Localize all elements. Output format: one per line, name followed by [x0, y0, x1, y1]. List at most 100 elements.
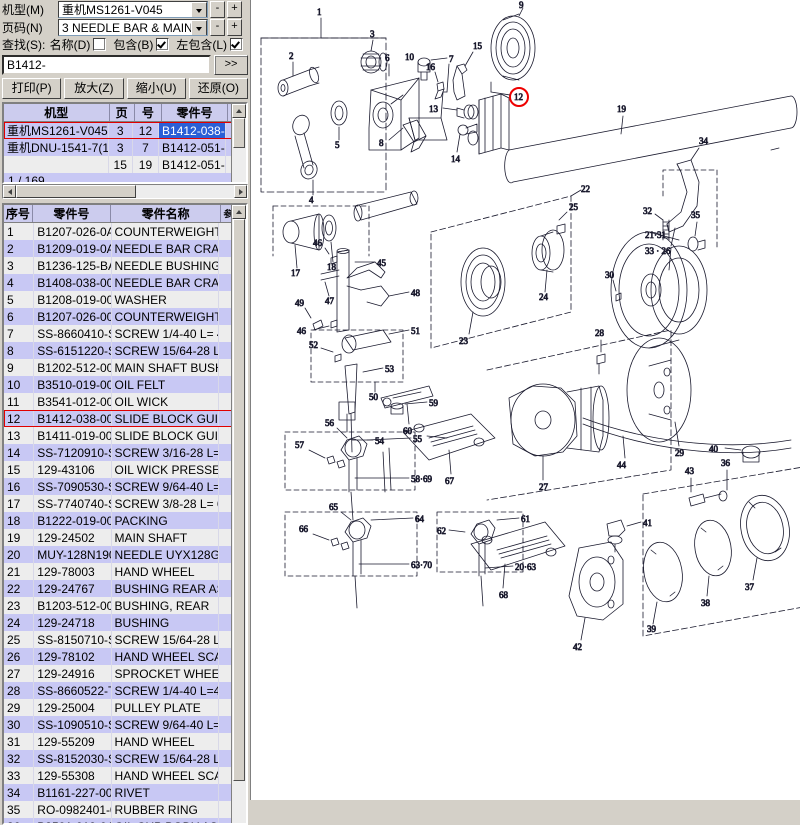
parts-exploded-diagram[interactable]: 1 2 3 4 5 6 7 8 9 10 15 16 13 14 12 19 4… [251, 0, 800, 800]
machine-combobox[interactable]: 重机MS1261-V045 [58, 1, 208, 18]
scroll-right-icon[interactable] [234, 185, 247, 198]
machine-grid-header-model[interactable]: 机型 [4, 104, 110, 121]
table-row[interactable]: 36B3501-019-0A0OIL CUP BODY ASM. [4, 818, 236, 823]
scroll-thumb[interactable] [16, 185, 136, 198]
machine-page: 3 [109, 139, 133, 156]
chevron-down-icon[interactable] [191, 2, 207, 17]
part-index: 4 [4, 274, 35, 291]
parts-grid-vscrollbar[interactable] [231, 205, 246, 823]
parts-grid-header-name[interactable]: 零件名称 [111, 205, 222, 222]
svg-text:38: 38 [701, 598, 711, 608]
svg-text:62: 62 [437, 526, 446, 536]
table-row[interactable]: 14SS-7120910-SPSCREW 3/16-28 L=9 [4, 444, 236, 461]
table-row[interactable]: 35 RO-0982401-0 RUBBER RING [4, 801, 236, 818]
table-row[interactable]: 28SS-8660522-TPSCREW 1/4-40 L=4.5 [4, 682, 236, 699]
machine-prev-button[interactable]: - [210, 1, 225, 18]
zoom-in-button[interactable]: 放大(Z) [64, 78, 124, 99]
highlighted-callout: 12 [514, 92, 523, 102]
machine-grid-hscrollbar[interactable] [2, 184, 248, 199]
svg-text:6: 6 [385, 53, 390, 63]
page-next-button[interactable]: + [227, 19, 242, 36]
chevron-down-icon[interactable] [191, 20, 207, 35]
scroll-track[interactable] [136, 185, 234, 198]
machine-next-button[interactable]: + [227, 1, 242, 18]
table-row[interactable]: 2B1209-019-0A0NEEDLE BAR CRANK P [4, 240, 236, 257]
option-leftcontain-checkbox[interactable] [230, 38, 243, 51]
part-name: BUSHING [112, 614, 219, 631]
scroll-up-icon[interactable] [232, 205, 246, 219]
option-contain-checkbox[interactable] [156, 38, 170, 51]
machine-grid-header-page[interactable]: 页 [110, 104, 135, 121]
table-row[interactable]: 26129-78102HAND WHEEL SCALE P [4, 648, 236, 665]
table-row[interactable]: 8SS-6151220-SPSCREW 15/64-28 L=11.5 [4, 342, 236, 359]
machine-grid-vscrollbar[interactable] [231, 104, 246, 182]
part-index: 17 [4, 495, 35, 512]
option-contain[interactable]: 包含(B) [113, 36, 172, 53]
scroll-left-icon[interactable] [3, 185, 16, 198]
table-row[interactable]: 34 B1161-227-000 RIVET [4, 784, 236, 801]
machine-row: 机型(M) 重机MS1261-V045 - + [0, 1, 250, 18]
table-row[interactable]: 29 129-25004 PULLEY PLATE [4, 699, 236, 716]
diagram-panel[interactable]: 1 2 3 4 5 6 7 8 9 10 15 16 13 14 12 19 4… [250, 0, 800, 800]
part-index: 30 [4, 716, 35, 733]
page-row: 页码(N) 3 NEEDLE BAR & MAIN SHAFT - + [0, 19, 250, 36]
table-row[interactable]: 11B3541-012-000OIL WICK [4, 393, 236, 410]
page-combobox[interactable]: 3 NEEDLE BAR & MAIN SHAFT [58, 19, 208, 36]
table-row[interactable]: 31 129-55209 HAND WHEEL [4, 733, 236, 750]
table-row[interactable]: 15 129-43106 OIL WICK PRESSER [4, 461, 236, 478]
table-row[interactable]: 21 129-78003 HAND WHEEL [4, 563, 236, 580]
table-row[interactable]: 9B1202-512-000MAIN SHAFT BUSHING, [4, 359, 236, 376]
table-row[interactable]: 33129-55308HAND WHEEL SCALE P [4, 767, 236, 784]
table-row[interactable]: 32SS-8152030-SPSCREW 15/64-28 L=20 [4, 750, 236, 767]
table-row[interactable]: 25SS-8150710-SPSCREW 15/64-28 L=7 [4, 631, 236, 648]
part-index: 25 [4, 631, 35, 648]
table-row[interactable]: 重机DNU-1541-7(1) 3 7 B1412-051-000 [4, 139, 246, 156]
part-index: 31 [4, 733, 35, 750]
table-row[interactable]: 重机MS1261-V045 3 12 B1412-038-000 [4, 122, 246, 139]
table-row[interactable]: 18B1222-019-000PACKING [4, 512, 236, 529]
option-leftcontain[interactable]: 左包含(L) [176, 36, 246, 53]
table-row[interactable]: 10B3510-019-000OIL FELT [4, 376, 236, 393]
parts-grid-header-part[interactable]: 零件号 [33, 205, 112, 222]
table-row[interactable]: 12B1412-038-000SLIDE BLOCK GUIDE [4, 410, 236, 427]
svg-text:17: 17 [291, 268, 301, 278]
table-row[interactable]: 16SS-7090530-SPSCREW 9/64-40 L= 4.5 [4, 478, 236, 495]
table-row[interactable]: 15 19 B1412-051-000 [4, 156, 246, 173]
table-row[interactable]: 22129-24767BUSHING REAR ASM. [4, 580, 236, 597]
table-row[interactable]: 1B1207-026-0A0COUNTERWEIGHT ASM [4, 223, 236, 240]
table-row[interactable]: 6B1207-026-000COUNTERWEIGHT [4, 308, 236, 325]
table-row[interactable]: 24 129-24718 BUSHING [4, 614, 236, 631]
restore-button[interactable]: 还原(O) [188, 78, 248, 99]
table-row[interactable]: 27129-24916SPROCKET WHEEL A [4, 665, 236, 682]
zoom-out-button[interactable]: 缩小(U) [126, 78, 186, 99]
machine-page: 15 [109, 156, 133, 173]
part-number: B1161-227-000 [34, 784, 112, 801]
table-row[interactable]: 20MUY-128N1900NEEDLE UYX128GAS-N [4, 546, 236, 563]
machine-grid-header-part[interactable]: 零件号 [162, 104, 229, 121]
part-name: BUSHING REAR ASM. [112, 580, 219, 597]
table-row[interactable]: 13B1411-019-000SLIDE BLOCK GUIDE [4, 427, 236, 444]
table-row[interactable]: 7SS-8660410-SPSCREW 1/4-40 L= 4.2 [4, 325, 236, 342]
machine-grid-header-no[interactable]: 号 [135, 104, 162, 121]
scroll-up-icon[interactable] [232, 104, 246, 118]
print-button[interactable]: 打印(P) [2, 78, 62, 99]
page-prev-button[interactable]: - [210, 19, 225, 36]
part-number: 129-55308 [34, 767, 112, 784]
search-input[interactable]: B1412- [2, 55, 211, 75]
table-row[interactable]: 17SS-7740740-SPSCREW 3/8-28 L= 6.5 [4, 495, 236, 512]
table-row[interactable]: 30SS-1090510-SPSCREW 9/64-40 L=5 [4, 716, 236, 733]
part-name: NEEDLE UYX128GAS-N [112, 546, 219, 563]
option-name[interactable]: 名称(D) [50, 36, 110, 53]
table-row[interactable]: 5B1208-019-000WASHER [4, 291, 236, 308]
table-row[interactable]: 23B1203-512-000BUSHING, REAR [4, 597, 236, 614]
table-row[interactable]: 4B1408-038-000NEEDLE BAR CRANK R [4, 274, 236, 291]
svg-text:39: 39 [647, 624, 657, 634]
search-go-button[interactable]: >> [214, 55, 248, 75]
table-row[interactable]: 19 129-24502 MAIN SHAFT [4, 529, 236, 546]
scroll-thumb[interactable] [233, 118, 245, 148]
scroll-thumb[interactable] [233, 219, 245, 781]
table-row[interactable]: 3B1236-125-BA0NEEDLE BUSHING ASM [4, 257, 236, 274]
machine-part: B1412-051-000 [159, 156, 226, 173]
option-name-checkbox[interactable] [93, 38, 107, 51]
parts-grid-header-no[interactable]: 序号 [4, 205, 33, 222]
